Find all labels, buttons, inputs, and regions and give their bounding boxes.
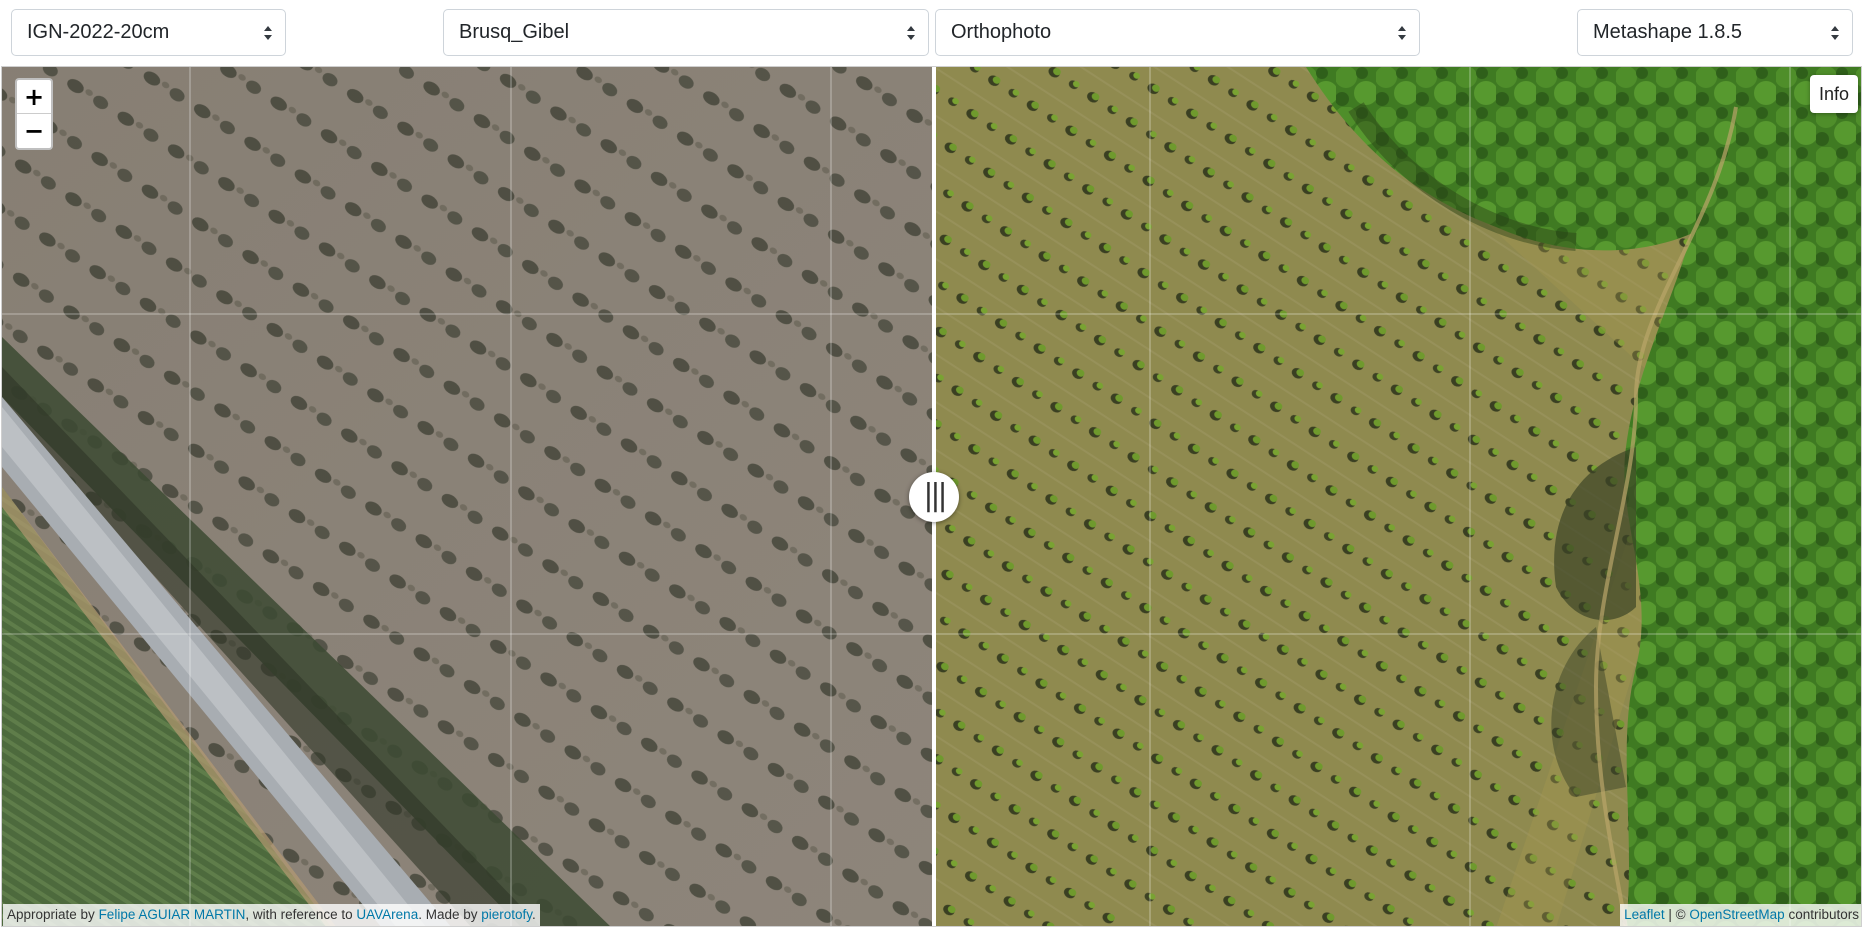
openstreetmap-link[interactable]: OpenStreetMap	[1689, 907, 1784, 922]
site-select[interactable]: Brusq_Gibel	[443, 9, 929, 56]
select-arrows-icon	[264, 26, 272, 40]
site-value: Brusq_Gibel	[459, 21, 570, 43]
attribution-left: Appropriate by Felipe AGUIAR MARTIN, wit…	[3, 904, 540, 926]
splitter-handle-icon[interactable]: |||	[909, 472, 959, 522]
reference-dataset-value: IGN-2022-20cm	[27, 21, 170, 43]
attribution-separator: | ©	[1664, 907, 1690, 922]
attribution-middle: , with reference to	[245, 907, 357, 922]
attribution-made-by: . Made by	[418, 907, 482, 922]
product-value: Orthophoto	[951, 21, 1052, 43]
software-select[interactable]: Metashape 1.8.5	[1577, 9, 1853, 56]
attribution-contributors: contributors	[1784, 907, 1859, 922]
left-map-pane[interactable]: + − Appropriate by Felipe AGUIAR MARTIN,…	[2, 67, 932, 926]
select-arrows-icon	[907, 26, 915, 40]
product-select[interactable]: Orthophoto	[935, 9, 1420, 56]
toolbar: IGN-2022-20cm Brusq_Gibel Orthophoto Met…	[0, 0, 1863, 66]
reference-dataset-select[interactable]: IGN-2022-20cm	[11, 9, 286, 56]
reference-orthophoto-image	[2, 67, 932, 926]
zoom-in-button[interactable]: +	[17, 80, 51, 114]
info-button[interactable]: Info	[1809, 75, 1858, 113]
attribution-right: Leaflet | © OpenStreetMap contributors	[1620, 904, 1861, 926]
uavarena-link[interactable]: UAVArena	[356, 907, 418, 922]
select-arrows-icon	[1398, 26, 1406, 40]
software-value: Metashape 1.8.5	[1593, 21, 1742, 43]
attribution-prefix: Appropriate by	[7, 907, 99, 922]
leaflet-link[interactable]: Leaflet	[1624, 907, 1665, 922]
right-map-pane[interactable]: Info Leaflet | © OpenStreetMap contribut…	[936, 67, 1861, 926]
pierotofy-link[interactable]: pierotofy	[481, 907, 532, 922]
zoom-control: + −	[15, 78, 53, 150]
author-link[interactable]: Felipe AGUIAR MARTIN	[99, 907, 246, 922]
map-viewport[interactable]: + − Appropriate by Felipe AGUIAR MARTIN,…	[1, 66, 1862, 927]
attribution-suffix: .	[532, 907, 536, 922]
zoom-out-button[interactable]: −	[17, 114, 51, 148]
uav-orthophoto-image	[936, 67, 1861, 926]
select-arrows-icon	[1831, 26, 1839, 40]
